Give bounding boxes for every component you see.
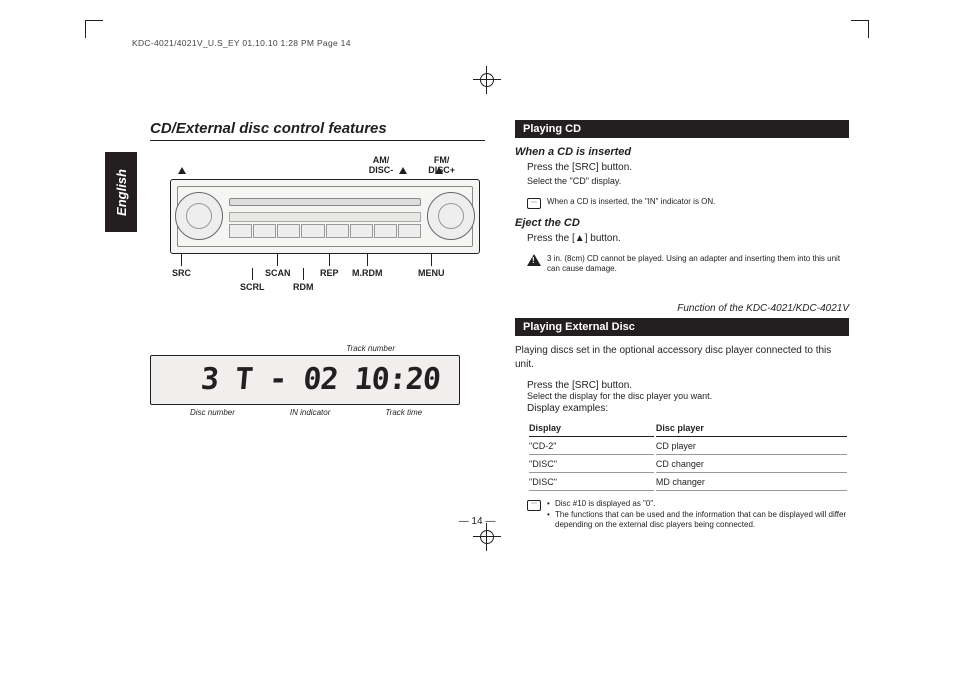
display-readout: 3 T - 02 10:20 (199, 362, 441, 397)
label-am-disc-minus: AM/DISC- (369, 156, 394, 176)
body-text: Press the [SRC] button. (527, 380, 849, 391)
table-header: Disc player (656, 420, 847, 437)
stereo-unit-illustration (170, 179, 480, 254)
left-column: CD/External disc control features AM/DIS… (105, 120, 485, 539)
registration-mark (477, 527, 497, 547)
subheading-eject: Eject the CD (515, 217, 849, 229)
crop-mark (85, 20, 103, 38)
intro-text: Playing discs set in the optional access… (515, 344, 849, 372)
note-item: Disc #10 is displayed as "0". (547, 499, 849, 510)
section-title: CD/External disc control features (150, 120, 485, 141)
annotation-track-time: Track time (385, 408, 422, 417)
lcd-display-illustration: 3 T - 02 10:20 (150, 355, 460, 405)
note-icon: ⋯ (527, 500, 541, 511)
table-row: "CD-2"CD player (529, 439, 847, 455)
body-text: Press the [SRC] button. Select the "CD" … (527, 161, 849, 189)
display-diagram: Track number 3 T - 02 10:20 Disc number … (150, 344, 485, 417)
note-icon: ⋯ (527, 198, 541, 209)
body-text: Press the [▲] button. (527, 232, 849, 246)
label-mrdm: M.RDM (352, 268, 383, 278)
annotation-disc-number: Disc number (190, 408, 235, 417)
annotation-in-indicator: IN indicator (290, 408, 330, 417)
warning-row: 3 in. (8cm) CD cannot be played. Using a… (527, 254, 849, 275)
body-text: Select the display for the disc player y… (527, 391, 849, 401)
print-header: KDC-4021/4021V_U.S_EY 01.10.10 1:28 PM P… (132, 38, 351, 48)
annotation-track-number: Track number (150, 344, 395, 353)
warning-text: 3 in. (8cm) CD cannot be played. Using a… (547, 254, 849, 275)
function-subtitle: Function of the KDC-4021/KDC-4021V (515, 303, 849, 314)
table-header: Display (529, 420, 654, 437)
body-text: Display examples: (527, 403, 849, 414)
arrow-icon (399, 167, 407, 174)
crop-mark (851, 20, 869, 38)
table-row: "DISC"CD changer (529, 457, 847, 473)
heading-playing-cd: Playing CD (515, 120, 849, 138)
label-scrl: SCRL (240, 282, 265, 292)
label-scan: SCAN (265, 268, 291, 278)
label-src: SRC (172, 268, 191, 278)
arrow-icon (435, 167, 443, 174)
subheading-cd-inserted: When a CD is inserted (515, 146, 849, 158)
page-number: — 14 — (0, 516, 954, 527)
display-table: DisplayDisc player "CD-2"CD player "DISC… (527, 418, 849, 493)
stereo-diagram: AM/DISC- FM/DISC+ SRC (150, 156, 485, 294)
label-rep: REP (320, 268, 339, 278)
note-text: When a CD is inserted, the "IN" indicato… (547, 197, 715, 207)
warning-icon (527, 254, 541, 266)
registration-mark (477, 70, 497, 90)
right-column: Playing CD When a CD is inserted Press t… (515, 120, 849, 539)
arrow-icon (178, 167, 186, 174)
table-row: "DISC"MD changer (529, 475, 847, 491)
heading-external-disc: Playing External Disc (515, 318, 849, 336)
label-menu: MENU (418, 268, 445, 278)
manual-page: KDC-4021/4021V_U.S_EY 01.10.10 1:28 PM P… (0, 0, 954, 675)
label-rdm: RDM (293, 282, 314, 292)
note-row: ⋯ When a CD is inserted, the "IN" indica… (527, 197, 849, 209)
